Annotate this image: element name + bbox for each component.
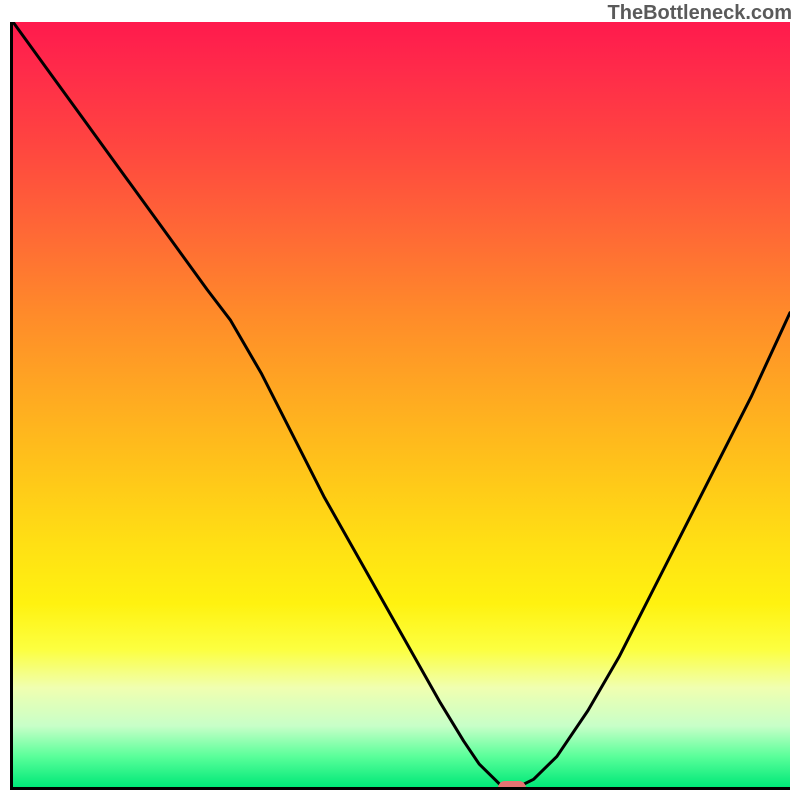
watermark-label: TheBottleneck.com	[608, 2, 792, 25]
chart-container: TheBottleneck.com	[0, 0, 800, 800]
plot-area	[10, 22, 790, 790]
optimal-point-marker	[498, 781, 526, 790]
gradient-background	[13, 22, 790, 787]
